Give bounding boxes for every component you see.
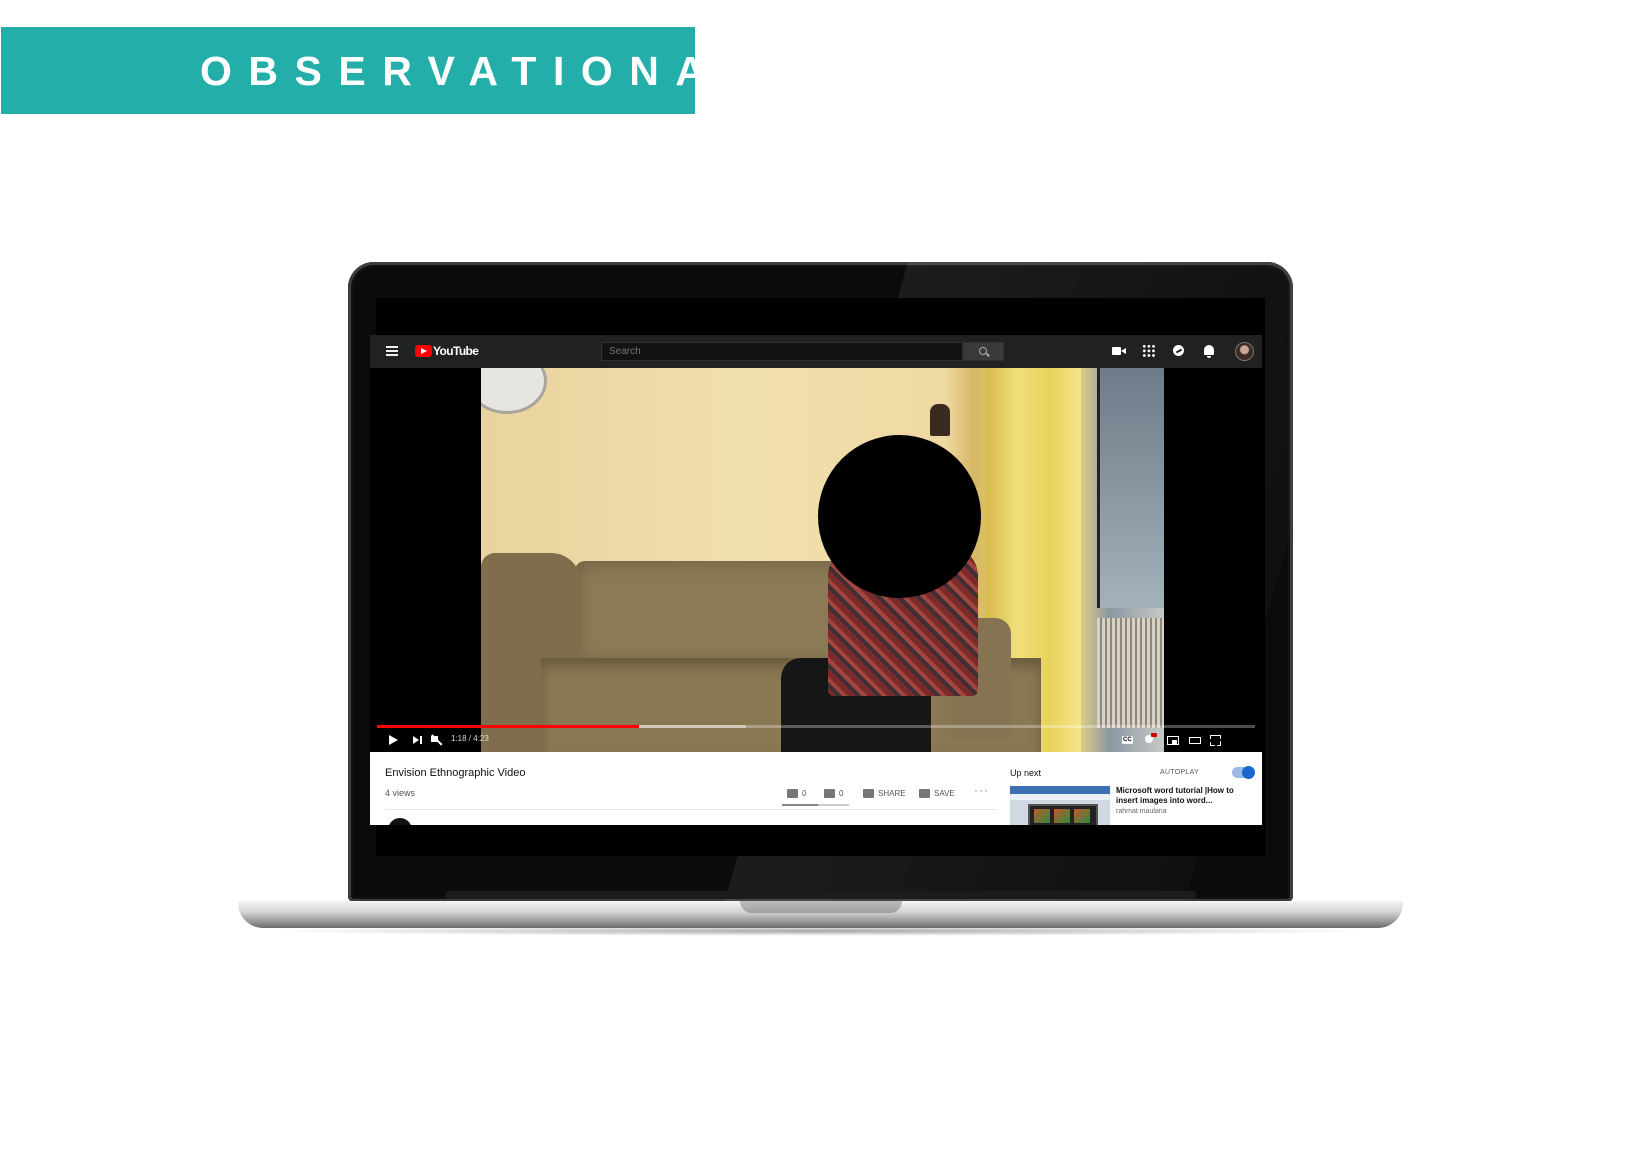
more-actions-icon[interactable]: ··· [974,784,989,796]
face-redaction [818,435,981,598]
banner-title: OBSERVATIONAL [200,48,764,94]
youtube-logo-text[interactable]: YouTube [433,344,479,358]
section-banner: OBSERVATIONAL [1,27,747,114]
share-button[interactable]: SHARE [863,788,906,800]
sentiment-bar [782,804,849,806]
play-icon[interactable] [386,733,400,747]
save-button[interactable]: SAVE [919,788,955,800]
video-title: Envision Ethnographic Video [385,767,526,779]
youtube-app: YouTube 1:18 / 4:23 [370,335,1262,825]
search-input[interactable] [601,342,963,361]
theater-icon[interactable] [1188,733,1202,747]
divider [385,809,997,810]
mute-icon[interactable] [430,733,444,747]
create-video-icon[interactable] [1112,344,1126,358]
captions-icon[interactable] [1121,733,1135,747]
next-icon[interactable] [410,733,424,747]
youtube-logo-icon[interactable] [415,345,432,357]
like-button[interactable]: 0 [787,788,806,800]
thumbs-up-icon [787,789,798,799]
playlist-add-icon [919,789,930,799]
recommendation-thumbnail[interactable] [1010,786,1110,825]
view-count: 4 views [385,788,416,798]
avatar[interactable] [1235,342,1254,361]
up-next-heading: Up next [1010,768,1042,778]
thumbs-down-icon [824,789,835,799]
share-icon [863,789,874,799]
dislike-button[interactable]: 0 [824,788,843,800]
miniplayer-icon[interactable] [1166,733,1180,747]
laptop-notch [740,901,902,913]
recommendation-channel[interactable]: rahmat maulana [1116,808,1167,815]
video-info: Envision Ethnographic Video 4 views 0 0 … [370,752,1262,825]
video-frame [481,368,1164,752]
messages-icon[interactable] [1172,344,1186,358]
search-button[interactable] [963,342,1004,361]
notifications-icon[interactable] [1202,344,1216,358]
youtube-header: YouTube [370,335,1262,368]
recommendation-title[interactable]: Microsoft word tutorial |How to insert i… [1116,786,1246,806]
menu-icon[interactable] [386,346,398,356]
progress-played [377,725,639,728]
laptop-hinge [446,891,1196,899]
fullscreen-icon[interactable] [1209,733,1223,747]
channel-avatar[interactable] [388,818,412,825]
autoplay-label: AUTOPLAY [1160,769,1200,776]
settings-icon[interactable] [1143,733,1157,747]
autoplay-toggle[interactable] [1232,766,1255,779]
video-player[interactable]: 1:18 / 4:23 [370,368,1262,752]
time-display: 1:18 / 4:23 [451,734,489,743]
apps-icon[interactable] [1142,344,1156,358]
progress-bar[interactable] [377,725,1255,728]
